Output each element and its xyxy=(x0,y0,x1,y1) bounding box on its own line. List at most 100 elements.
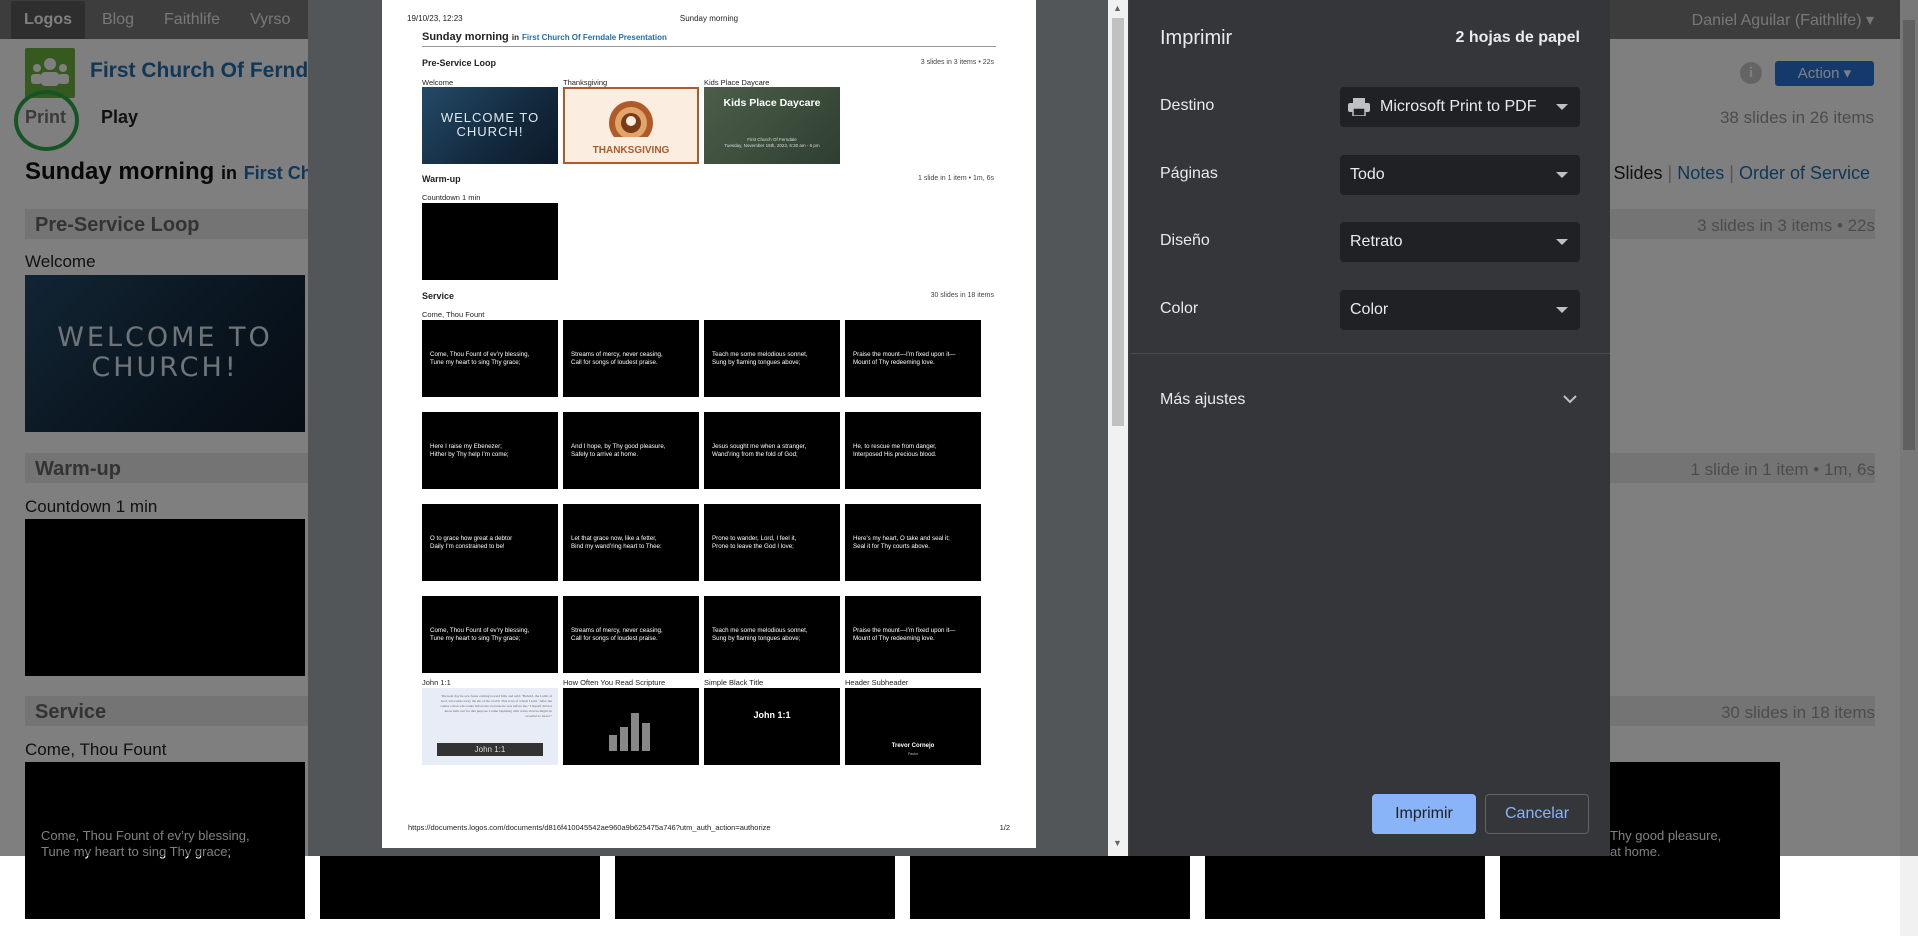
lyric-line: Teach me some melodious sonnet, xyxy=(712,627,808,634)
destination-label: Destino xyxy=(1160,97,1215,114)
bar-chart-bar xyxy=(620,727,628,751)
lyric-line: Mount of Thy redeeming love. xyxy=(853,359,935,366)
preview-slide-lyric: Streams of mercy, never ceasing, Call for… xyxy=(571,351,663,367)
lyric-line: Mount of Thy redeeming love. xyxy=(853,635,935,642)
scroll-up-icon[interactable]: ▲ xyxy=(1113,3,1122,13)
preview-slide: Teach me some melodious sonnet, Sung by f… xyxy=(704,320,840,397)
preview-slide-subtext: Pastor xyxy=(907,752,919,756)
color-label: Color xyxy=(1160,300,1199,317)
preview-slide-text: THANKSGIVING xyxy=(592,145,670,156)
preview-slide-lyric: Here I raise my Ebenezer; Hither by Thy h… xyxy=(430,443,509,459)
preview-header: Sunday morning xyxy=(679,14,739,23)
lyric-line: Interposed His precious blood. xyxy=(853,451,937,458)
preview-slide-text: John 1:1 xyxy=(753,710,791,720)
lyric-line: Prone to wander, Lord, I feel it, xyxy=(712,535,797,542)
preview-slide: Here’s my heart, O take and seal it; Seal… xyxy=(845,504,981,581)
preview-slide-reference: John 1:1 xyxy=(437,743,543,756)
preview-slide: Let that grace now, like a fetter, Bind m… xyxy=(563,504,699,581)
preview-section-info: 3 slides in 3 items • 22s xyxy=(920,59,994,66)
lyric-line: Tune my heart to sing Thy grace; xyxy=(430,635,521,642)
preview-slide: And I hope, by Thy good pleasure, Safely … xyxy=(563,412,699,489)
scrollbar-thumb[interactable] xyxy=(1112,18,1124,426)
preview-title: Sunday morning in First Church Of Fernda… xyxy=(422,31,667,43)
layout-label: Diseño xyxy=(1160,232,1210,249)
lyric-line: Call for songs of loudest praise. xyxy=(571,635,658,642)
lyric-line: Tune my heart to sing Thy grace; xyxy=(430,359,521,366)
preview-slide: Come, Thou Fount of ev’ry blessing, Tune … xyxy=(422,596,558,673)
preview-slide-lyric: Come, Thou Fount of ev’ry blessing, Tune … xyxy=(430,627,529,643)
preview-section-info: 1 slide in 1 item • 1m, 6s xyxy=(918,175,994,182)
preview-slide: O to grace how great a debtor Daily I’m c… xyxy=(422,504,558,581)
preview-slide-lyric: O to grace how great a debtor Daily I’m c… xyxy=(430,535,512,551)
bar-chart-bar xyxy=(609,735,617,751)
color-select[interactable]: Color xyxy=(1340,290,1580,330)
lyric-line: Here’s my heart, O take and seal it; xyxy=(853,535,950,542)
chevron-down-icon[interactable] xyxy=(1560,389,1580,409)
lyric-line: Hither by Thy help I’m come; xyxy=(430,451,509,458)
dialog-title: Imprimir xyxy=(1160,27,1233,49)
lyric-line: Praise the mount—I’m fixed upon it— xyxy=(853,627,956,634)
preview-slide: Prone to wander, Lord, I feel it, Prone t… xyxy=(704,504,840,581)
print-settings-panel: Imprimir 2 hojas de papel Destino Micros… xyxy=(1130,0,1610,856)
scroll-down-icon[interactable]: ▼ xyxy=(1113,838,1122,848)
pages-select[interactable]: Todo xyxy=(1340,155,1580,195)
divider xyxy=(1130,353,1610,354)
lyric-line: Seal it for Thy courts above. xyxy=(853,543,930,550)
preview-slide: Praise the mount—I’m fixed upon it— Mount… xyxy=(845,596,981,673)
lyric-line: O to grace how great a debtor xyxy=(430,535,513,542)
preview-title-church: First Church Of Ferndale Presentation xyxy=(522,33,667,42)
preview-slide-lyric: Let that grace now, like a fetter, Bind m… xyxy=(571,535,662,551)
cancel-button[interactable]: Cancelar xyxy=(1485,794,1589,834)
chevron-down-icon xyxy=(1556,239,1568,245)
preview-slide-lyric: Praise the mount—I’m fixed upon it— Mount… xyxy=(853,627,955,643)
chevron-down-icon xyxy=(1556,104,1568,110)
preview-slide-lyric: He, to rescue me from danger, Interposed … xyxy=(853,443,937,459)
preview-slide: Here I raise my Ebenezer; Hither by Thy h… xyxy=(422,412,558,489)
lyric-line: Jesus sought me when a stranger, xyxy=(712,443,807,450)
preview-section-info: 30 slides in 18 items xyxy=(930,292,994,299)
lyric-line: Wand’ring from the fold of God; xyxy=(712,451,798,458)
destination-select[interactable]: Microsoft Print to PDF xyxy=(1340,87,1580,127)
preview-footer-url: https://documents.logos.com/documents/d8… xyxy=(408,823,771,832)
layout-select[interactable]: Retrato xyxy=(1340,222,1580,262)
preview-section-name: Service xyxy=(422,291,455,301)
lyric-line: Praise the mount—I’m fixed upon it— xyxy=(853,351,956,358)
preview-slide: Come, Thou Fount of ev’ry blessing, Tune … xyxy=(422,320,558,397)
lyric-line: Here I raise my Ebenezer; xyxy=(430,443,502,450)
sheet-count: 2 hojas de papel xyxy=(1455,29,1580,46)
preview-slide: Jesus sought me when a stranger, Wand’rin… xyxy=(704,412,840,489)
chevron-down-icon xyxy=(1556,307,1568,313)
preview-slide: Streams of mercy, never ceasing, Call for… xyxy=(563,320,699,397)
preview-slide-text: WELCOME TO CHURCH! xyxy=(440,110,540,139)
lyric-line: Sung by flaming tongues above; xyxy=(712,359,801,366)
preview-section-name: Warm-up xyxy=(422,174,461,184)
preview-slide: Teach me some melodious sonnet, Sung by f… xyxy=(704,596,840,673)
layout-value: Retrato xyxy=(1350,233,1403,250)
preview-slide-lyric: Praise the mount—I’m fixed upon it— Mount… xyxy=(853,351,955,367)
preview-slide-lyric: Streams of mercy, never ceasing, Call for… xyxy=(571,627,663,643)
divider xyxy=(422,46,996,47)
preview-slide-lyric: Come, Thou Fount of ev’ry blessing, Tune … xyxy=(430,351,529,367)
preview-item-label: John 1:1 xyxy=(422,678,451,687)
preview-slide: He, to rescue me from danger, Interposed … xyxy=(845,412,981,489)
print-preview: 19/10/23, 12:23 Sunday morning Sunday mo… xyxy=(308,0,1108,856)
destination-value: Microsoft Print to PDF xyxy=(1380,98,1537,115)
preview-slide xyxy=(563,688,699,765)
preview-slide: The next day he saw Jesus coming toward … xyxy=(422,688,558,765)
lyric-line: Teach me some melodious sonnet, xyxy=(712,351,808,358)
print-confirm-button[interactable]: Imprimir xyxy=(1372,794,1476,834)
preview-slide-lyric: And I hope, by Thy good pleasure, Safely … xyxy=(571,443,665,459)
preview-scrollbar[interactable]: ▲ ▼ xyxy=(1108,0,1128,856)
preview-slide xyxy=(422,203,558,280)
lyric-line: And I hope, by Thy good pleasure, xyxy=(571,443,666,450)
lyric-line: He, to rescue me from danger, xyxy=(853,443,937,450)
preview-slide: Kids Place Daycare First Church Of Fernd… xyxy=(704,87,840,164)
preview-title-in: in xyxy=(511,33,519,42)
preview-slide-subtext: First Church Of Ferndale Tuesday, Novemb… xyxy=(724,137,820,148)
preview-item-label: Header Subheader xyxy=(845,678,909,687)
print-dialog: 19/10/23, 12:23 Sunday morning Sunday mo… xyxy=(308,0,1610,856)
lyric-line: Daily I’m constrained to be! xyxy=(430,543,505,550)
preview-item-label: Kids Place Daycare xyxy=(704,78,770,87)
preview-item-label: Simple Black Title xyxy=(704,678,764,687)
more-settings-toggle[interactable]: Más ajustes xyxy=(1160,391,1245,409)
